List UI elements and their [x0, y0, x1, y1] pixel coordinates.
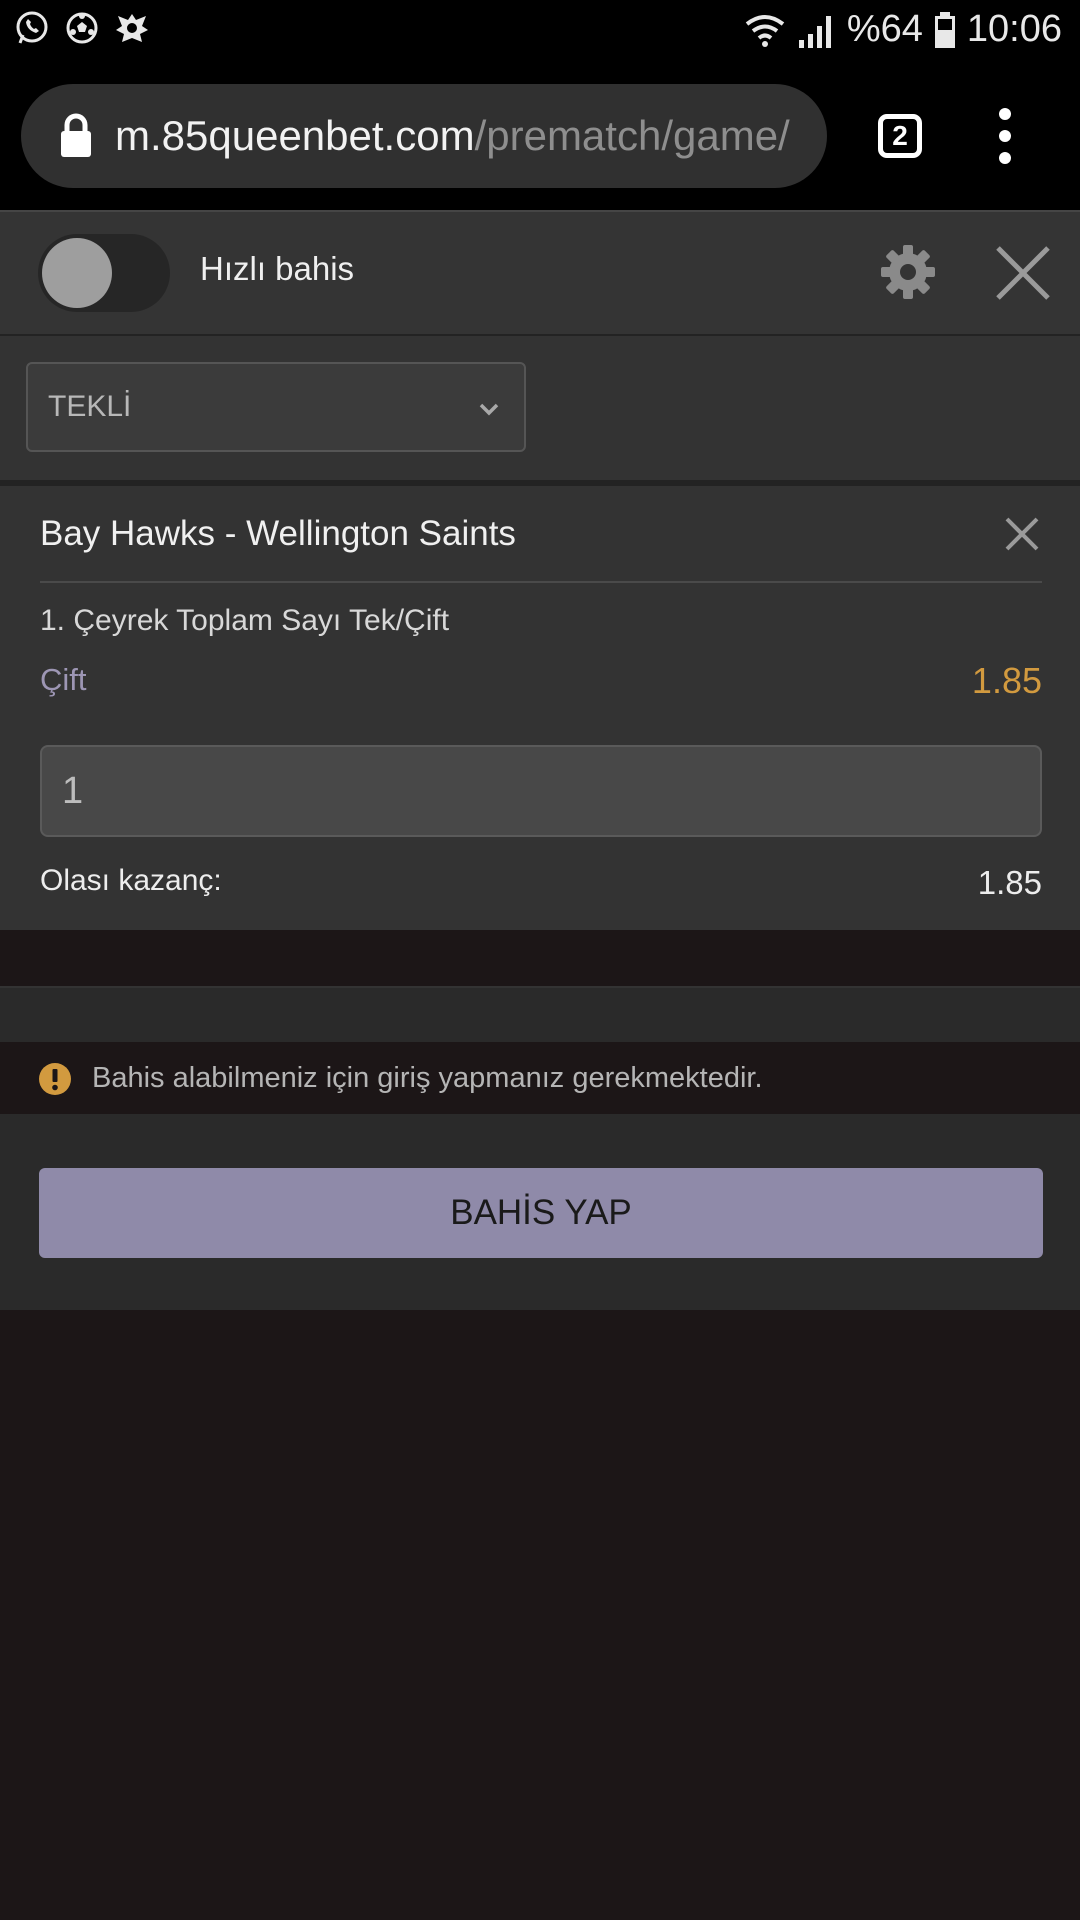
address-bar[interactable]: m.85queenbet.com/prematch/game/: [21, 84, 827, 188]
potential-win-label: Olası kazanç:: [40, 864, 222, 897]
lock-icon: [61, 113, 91, 157]
odds-value: 1.85: [971, 660, 1042, 701]
bet-type-select[interactable]: TEKLİ: [26, 362, 526, 452]
battery-percent: %64: [846, 8, 923, 50]
soccer-ball-icon: [66, 12, 98, 44]
close-icon[interactable]: [994, 244, 1052, 302]
battery-icon: [934, 11, 955, 48]
betslip-header: Hızlı bahis: [0, 210, 1080, 334]
selection-name: Çift: [40, 662, 87, 697]
gear-icon[interactable]: [880, 244, 936, 300]
url-text[interactable]: m.85queenbet.com/prematch/game/: [115, 108, 815, 164]
bet-card: Bay Hawks - Wellington Saints 1. Çeyrek …: [0, 486, 1080, 930]
chevron-down-icon: [479, 403, 499, 416]
clock: 10:06: [966, 8, 1062, 50]
quick-bet-toggle[interactable]: [38, 234, 170, 312]
market-name: 1. Çeyrek Toplam Sayı Tek/Çift: [40, 604, 450, 637]
more-menu-icon[interactable]: [990, 106, 1020, 166]
notification-icons: [14, 10, 150, 46]
quick-bet-label: Hızlı bahis: [200, 250, 355, 287]
tab-switcher-button[interactable]: 2: [878, 114, 922, 158]
spacer: [0, 930, 1080, 986]
system-status: %64 10:06: [743, 8, 1062, 51]
stake-input[interactable]: [40, 745, 1042, 837]
bet-type-row: TEKLİ: [0, 336, 1080, 480]
warning-text: Bahis alabilmeniz için giriş yapmanız ge…: [92, 1062, 763, 1094]
warning-icon: [39, 1063, 71, 1095]
whatsapp-icon: [16, 11, 48, 44]
bet-type-value: TEKLİ: [48, 390, 132, 423]
browser-toolbar: m.85queenbet.com/prematch/game/ 2: [0, 62, 1080, 210]
remove-bet-icon[interactable]: [1004, 516, 1040, 552]
app-icon: [116, 14, 148, 42]
potential-win-value: 1.85: [977, 864, 1042, 901]
divider: [40, 581, 1042, 583]
place-bet-button[interactable]: BAHİS YAP: [39, 1168, 1043, 1258]
action-area: BAHİS YAP: [0, 1114, 1080, 1310]
login-warning: Bahis alabilmeniz için giriş yapmanız ge…: [0, 1042, 1080, 1114]
signal-icon: [798, 15, 831, 48]
wifi-icon: [745, 14, 785, 47]
spacer: [0, 986, 1080, 1042]
match-title: Bay Hawks - Wellington Saints: [40, 514, 516, 553]
status-bar: %64 10:06: [0, 0, 1080, 62]
toggle-knob: [42, 238, 112, 308]
